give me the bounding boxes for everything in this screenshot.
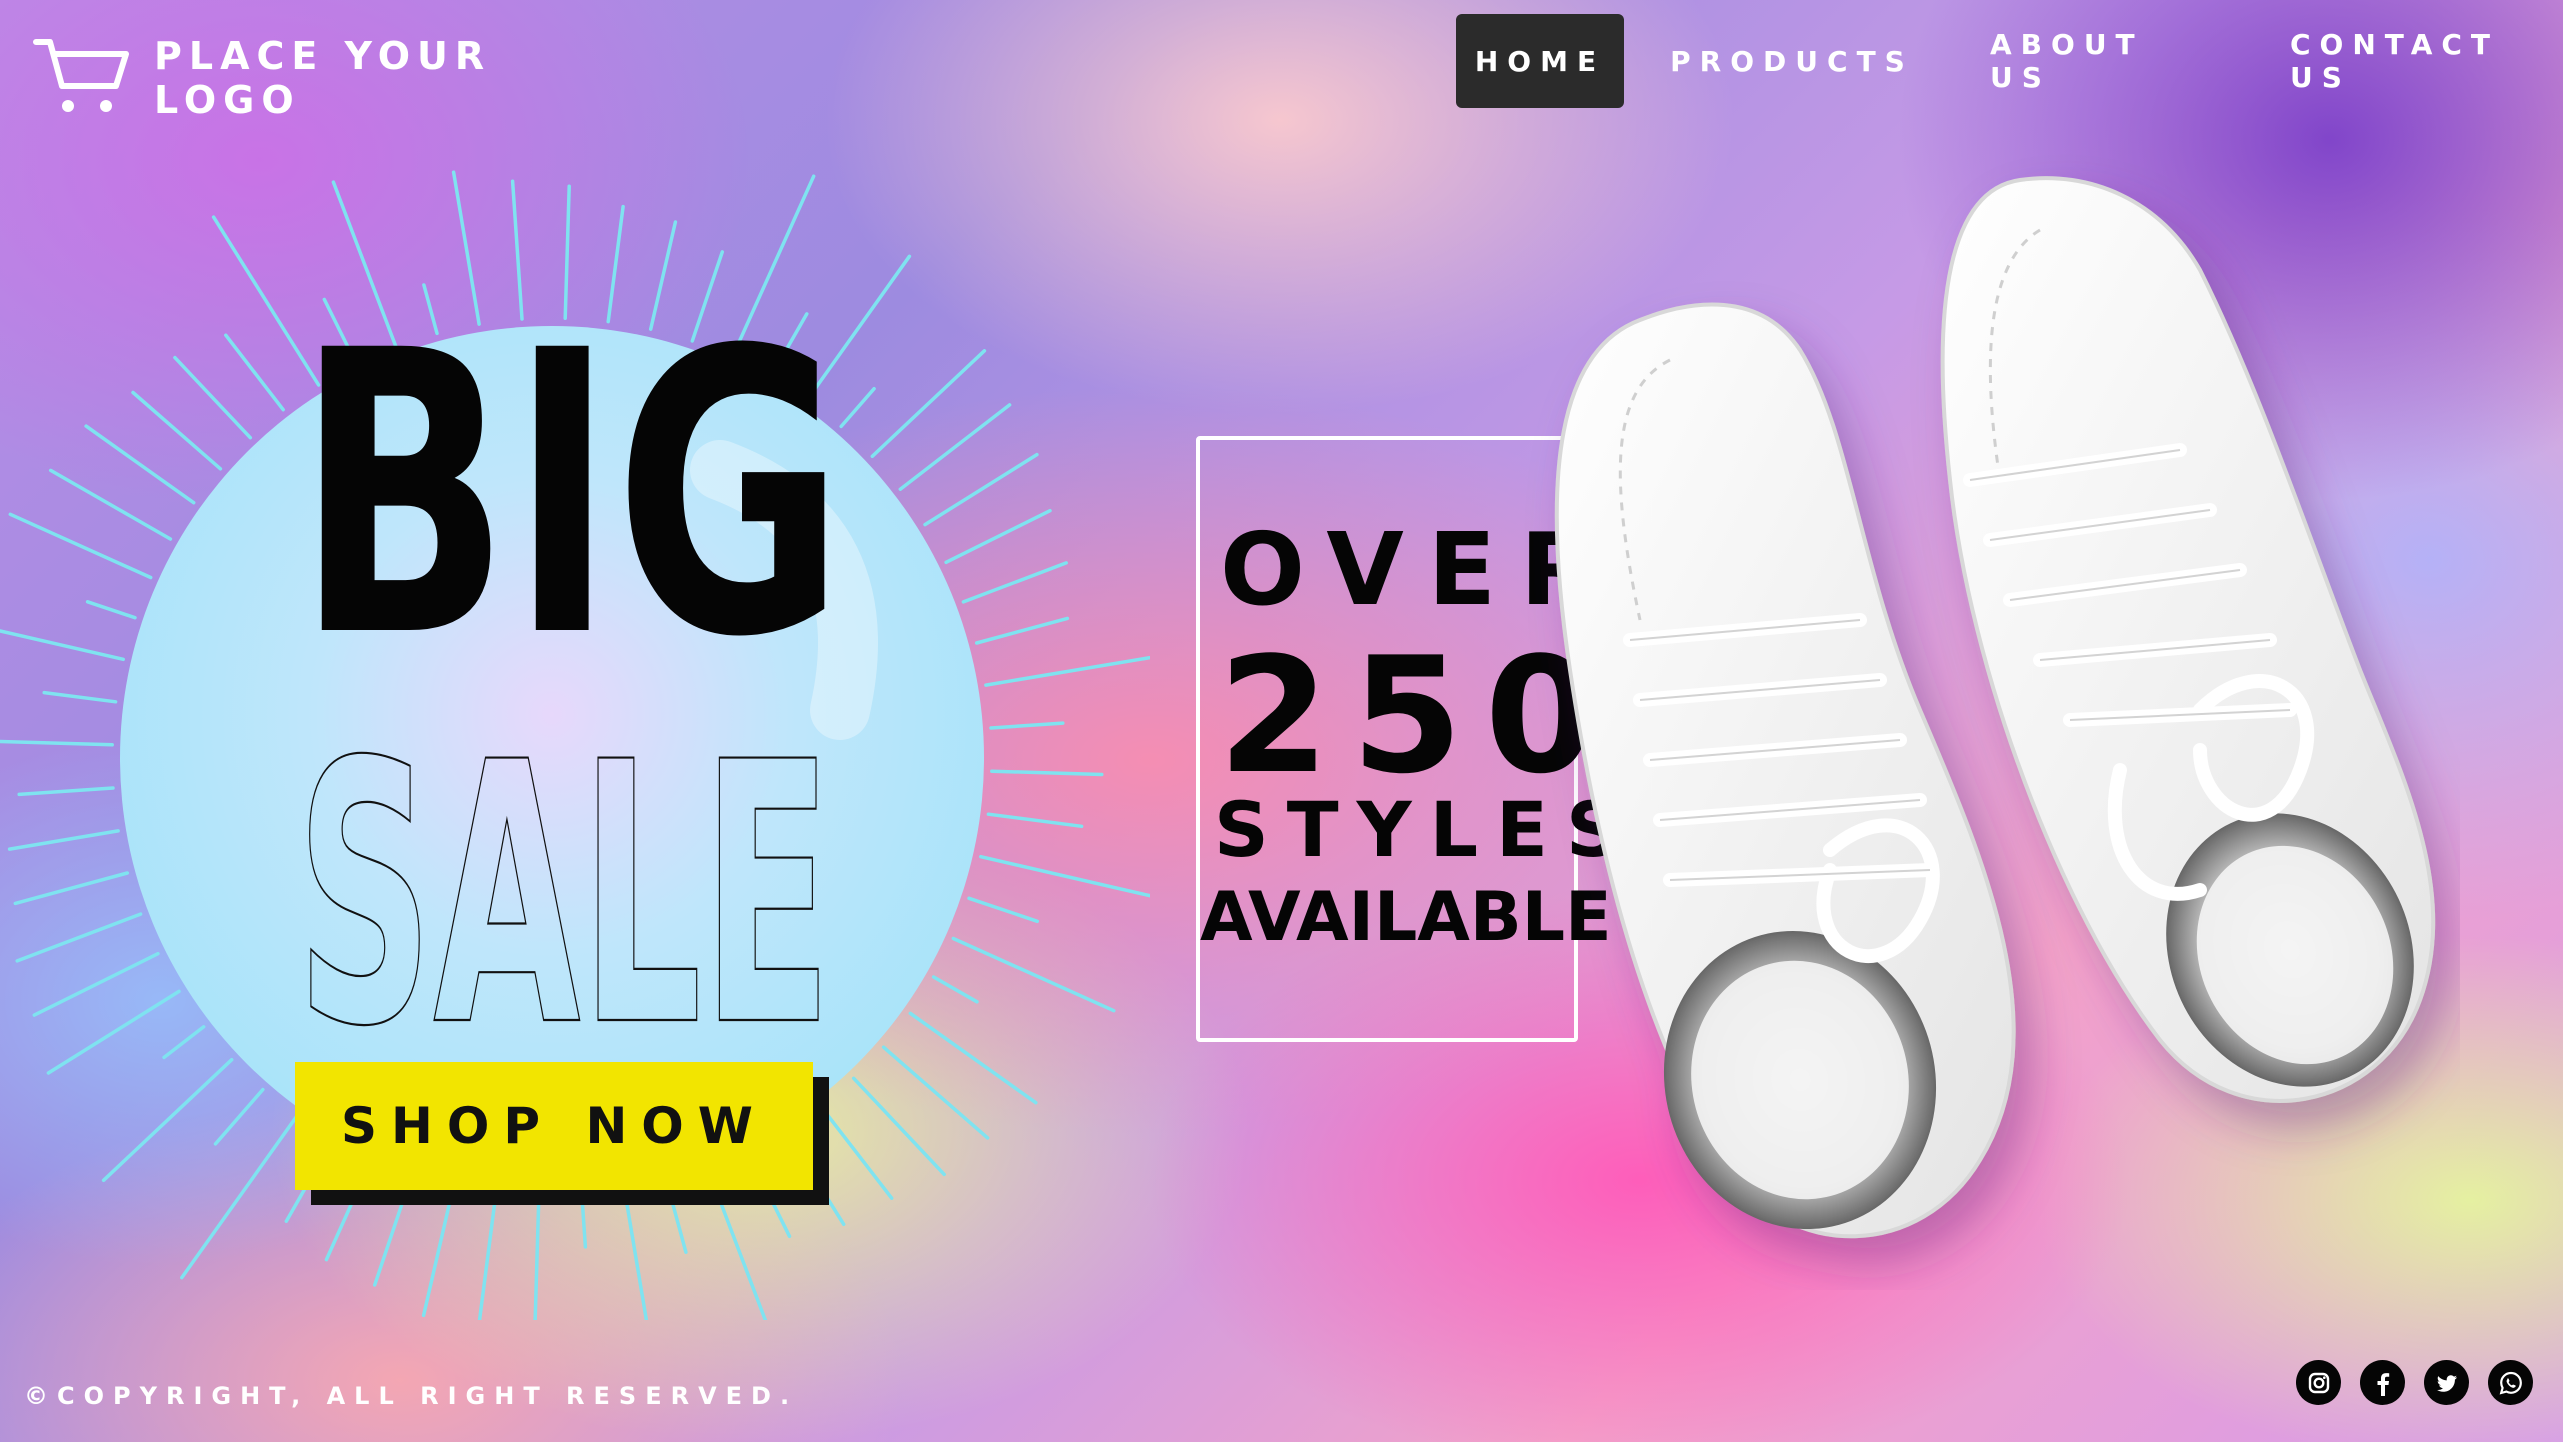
- sunburst-ray: [85, 600, 137, 620]
- sunburst-ray: [213, 1087, 265, 1146]
- sunburst-ray: [951, 936, 1116, 1013]
- sunburst-ray: [162, 1025, 206, 1060]
- sunburst-ray: [974, 616, 1070, 645]
- sunburst-ray: [421, 1185, 456, 1318]
- sunburst-ray: [990, 769, 1104, 777]
- sunburst-ray: [48, 468, 173, 541]
- main-nav: HOME PRODUCTS ABOUT US CONTACT US: [1456, 14, 2563, 108]
- sneakers-image: [1554, 176, 2436, 1239]
- sunburst-ray: [101, 1057, 234, 1183]
- sunburst-ray: [173, 355, 253, 440]
- headline-big: BIG: [296, 268, 845, 722]
- sunburst-ray: [986, 812, 1084, 829]
- sunburst-ray: [477, 1192, 498, 1320]
- right-sneaker: [1940, 176, 2436, 1103]
- sunburst-ray: [131, 390, 223, 471]
- sunburst-ray: [967, 896, 1040, 924]
- sunburst-ray: [623, 1190, 649, 1320]
- sunburst-ray: [32, 951, 160, 1017]
- sunburst-ray: [0, 739, 114, 747]
- sunburst-ray: [851, 1076, 946, 1177]
- sunburst-ray: [979, 854, 1150, 898]
- shop-now-button[interactable]: SHOP NOW: [295, 1062, 813, 1190]
- whatsapp-icon[interactable]: [2488, 1360, 2533, 1405]
- sunburst-ray: [839, 386, 876, 429]
- sunburst-ray: [15, 912, 143, 963]
- facebook-icon[interactable]: [2360, 1360, 2405, 1405]
- nav-home[interactable]: HOME: [1456, 14, 1624, 108]
- nav-about-us[interactable]: ABOUT US: [1990, 14, 2190, 108]
- nav-contact-us[interactable]: CONTACT US: [2290, 14, 2540, 108]
- sunburst-ray: [42, 690, 118, 704]
- sunburst-ray: [961, 561, 1068, 604]
- sunburst-ray: [0, 629, 125, 662]
- sunburst-ray: [989, 721, 1065, 730]
- logo-line-2: LOGO: [154, 78, 301, 122]
- sunburst-ray: [819, 1104, 894, 1200]
- sunburst-ray: [46, 989, 181, 1075]
- headline-sale: SALE: [296, 748, 833, 1038]
- copyright-text: ©COPYRIGHT, ALL RIGHT RESERVED.: [24, 1382, 799, 1410]
- sunburst-ray: [180, 1114, 299, 1280]
- sunburst-ray: [908, 1011, 1038, 1105]
- headline-sale-text: SALE: [296, 748, 832, 1038]
- sunburst-ray: [7, 829, 120, 851]
- sunburst-ray: [898, 403, 1012, 491]
- sunburst-ray: [84, 424, 196, 505]
- shopping-cart-icon: [33, 39, 129, 112]
- sunburst-ray: [224, 333, 285, 412]
- twitter-icon[interactable]: [2424, 1360, 2469, 1405]
- sunburst-ray: [17, 786, 115, 797]
- sunburst-ray: [533, 1196, 541, 1320]
- sunburst-ray: [13, 871, 130, 906]
- nav-products[interactable]: PRODUCTS: [1670, 14, 1905, 108]
- sunburst-ray: [931, 975, 979, 1004]
- sunburst-ray: [923, 452, 1039, 527]
- instagram-icon[interactable]: [2296, 1360, 2341, 1405]
- sunburst-ray: [944, 508, 1052, 565]
- logo-text: PLACE YOUR LOGO: [154, 34, 491, 122]
- sunburst-ray: [870, 349, 987, 459]
- logo-line-1: PLACE YOUR: [154, 34, 492, 78]
- social-links: [2296, 1360, 2533, 1405]
- sunburst-ray: [984, 655, 1150, 687]
- sunburst-ray: [8, 512, 153, 580]
- logo[interactable]: PLACE YOUR LOGO: [32, 34, 491, 122]
